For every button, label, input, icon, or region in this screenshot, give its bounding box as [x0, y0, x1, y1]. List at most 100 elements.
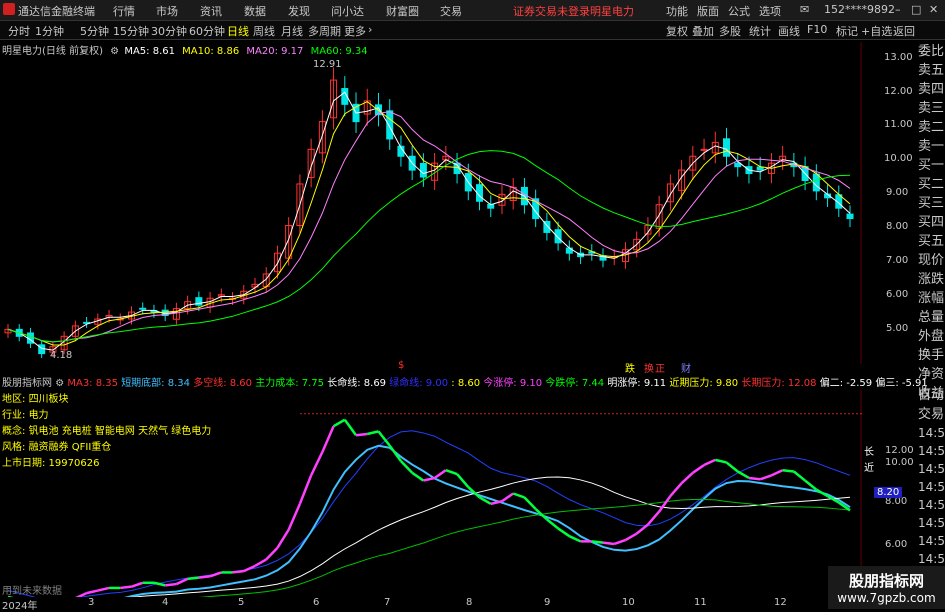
today-up-value: 今涨停: 9.10	[483, 378, 543, 389]
menu-item-trade[interactable]: 交易	[440, 3, 462, 19]
ma3-segment	[680, 471, 694, 485]
period-weekly[interactable]: 周线	[253, 23, 275, 39]
price-tick: 9.00	[886, 187, 909, 198]
candle-body	[419, 162, 427, 178]
period-timeshare[interactable]: 分时	[8, 23, 30, 39]
period-monthly[interactable]: 月线	[281, 23, 303, 39]
side-item[interactable]: 交易	[918, 405, 945, 424]
ma3-segment	[423, 476, 435, 482]
close-icon[interactable]: ✕	[929, 3, 938, 16]
side-item[interactable]: 涨幅	[918, 289, 945, 308]
adjust-button[interactable]: 复权	[666, 23, 688, 39]
side-item[interactable]: 卖一	[918, 137, 945, 156]
side-item[interactable]: 卖四	[918, 80, 945, 99]
long-life-line	[8, 476, 851, 597]
ma3-segment	[591, 540, 604, 544]
multi-stock-button[interactable]: 多股	[719, 23, 741, 39]
indicator-settings-icon[interactable]: ⚙	[55, 378, 64, 389]
menu-item-market[interactable]: 市场	[156, 3, 178, 19]
ma3-segment	[669, 482, 683, 497]
side-item[interactable]: 买五	[918, 232, 945, 251]
menu-item-function[interactable]: 功能	[666, 3, 688, 19]
minimize-icon[interactable]: –	[895, 3, 901, 16]
period-daily[interactable]: 日线	[227, 23, 249, 39]
maximize-icon[interactable]: □	[911, 3, 921, 16]
tomorrow-up-value: 明涨停: 9.11	[607, 378, 667, 389]
ma3-segment	[332, 418, 346, 428]
period-5min[interactable]: 5分钟	[80, 23, 109, 39]
side-item[interactable]: 卖五	[918, 61, 945, 80]
period-1min[interactable]: 1分钟	[35, 23, 64, 39]
draw-button[interactable]: 画线	[778, 23, 800, 39]
side-item[interactable]: 现价	[918, 251, 945, 270]
stats-button[interactable]: 统计	[749, 23, 771, 39]
ma3-segment	[97, 586, 110, 592]
long-line-value: 长命线: 8.69	[327, 378, 387, 389]
side-item[interactable]: 外盘	[918, 327, 945, 346]
login-notice[interactable]: 证券交易未登录	[513, 3, 590, 19]
menu-item-news[interactable]: 资讯	[200, 3, 222, 19]
period-60min[interactable]: 60分钟	[189, 23, 225, 39]
side-item[interactable]: 自动	[918, 386, 945, 405]
stock-info-box: 地区: 四川板块 行业: 电力 概念: 钒电池 充电桩 智能电网 天然气 绿色电…	[2, 392, 211, 472]
menu-item-xiaoda[interactable]: 问小达	[331, 3, 364, 19]
ma3-segment	[782, 468, 795, 473]
side-item[interactable]: 总量	[918, 308, 945, 327]
side-item[interactable]: 净资	[918, 365, 945, 384]
ma5-line	[7, 91, 851, 351]
candle-body	[386, 110, 394, 140]
marker-yi: 正	[655, 364, 665, 375]
app-title: 通达信金融终端	[18, 5, 95, 18]
quote-side-panel: 委比 卖五 卖四 卖三 卖二 卖一 买一 买二 买三 买四 买五 现价 涨跌 涨幅 总量 外盘 换手 净资 收益	[918, 42, 945, 403]
side-item[interactable]: 涨跌	[918, 270, 945, 289]
ma3-segment	[86, 589, 99, 595]
indicator-title: 股朋指标网	[2, 378, 52, 389]
today-down-value: 今跌停: 7.44	[545, 378, 605, 389]
menu-item-layout[interactable]: 版面	[697, 3, 719, 19]
ma3-segment	[512, 492, 525, 499]
back-button[interactable]: 返回	[893, 23, 915, 39]
message-icon[interactable]: ✉	[800, 3, 809, 16]
ind-current-value: 8.20	[874, 487, 903, 498]
side-item[interactable]: 委比	[918, 42, 945, 61]
ma3-segment	[490, 500, 503, 506]
menu-item-discover[interactable]: 发现	[288, 3, 310, 19]
period-more[interactable]: 更多	[344, 23, 366, 39]
side-item[interactable]: 换手	[918, 346, 945, 365]
more-chevron-icon[interactable]: ›	[368, 23, 372, 36]
overlay-button[interactable]: 叠加	[692, 23, 714, 39]
time-tick: 14:5	[918, 444, 945, 458]
side-item[interactable]: 卖二	[918, 118, 945, 137]
user-id[interactable]: 152****9892	[824, 3, 895, 16]
f10-button[interactable]: F10	[807, 23, 827, 36]
ma3-segment	[287, 503, 302, 531]
menu-item-wealth[interactable]: 财富圈	[386, 3, 419, 19]
side-item[interactable]: 买四	[918, 213, 945, 232]
period-30min[interactable]: 30分钟	[151, 23, 187, 39]
ma3-segment	[321, 425, 335, 453]
menu-item-data[interactable]: 数据	[244, 3, 266, 19]
period-15min[interactable]: 15分钟	[113, 23, 149, 39]
ma3-segment	[658, 495, 672, 513]
side-item[interactable]: 卖三	[918, 99, 945, 118]
stock-name-title: 明星电力	[590, 5, 634, 18]
period-multi[interactable]: 多周期	[308, 23, 341, 39]
add-watchlist-button[interactable]: +自选	[861, 23, 892, 39]
menu-item-options[interactable]: 选项	[759, 3, 781, 19]
ma3-segment	[298, 474, 313, 505]
candle-body	[812, 173, 820, 192]
mark-button[interactable]: 标记	[836, 23, 858, 39]
side-item[interactable]: 买三	[918, 194, 945, 213]
time-tick: 14:5	[918, 480, 945, 494]
price-chart[interactable]	[0, 42, 862, 364]
side-item[interactable]: 买二	[918, 175, 945, 194]
menu-item-quotes[interactable]: 行情	[113, 3, 135, 19]
ma3-segment	[703, 458, 716, 467]
ma3-segment	[187, 576, 199, 581]
candle-body	[700, 148, 708, 151]
price-tick: 10.00	[884, 153, 913, 164]
ma3-segment	[153, 581, 166, 587]
ma3-segment	[613, 538, 626, 546]
side-item[interactable]: 买一	[918, 156, 945, 175]
menu-item-formula[interactable]: 公式	[728, 3, 750, 19]
